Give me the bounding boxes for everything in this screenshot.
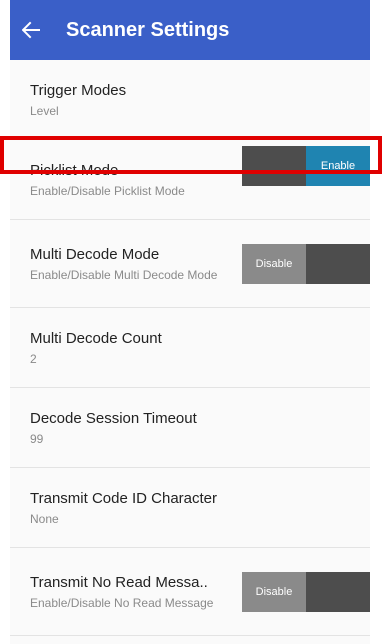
settings-list: Trigger Modes Level Picklist Mode Enable… [10, 60, 370, 636]
toggle-off-segment [306, 244, 370, 284]
setting-title: Transmit No Read Messa.. [30, 573, 208, 591]
setting-description: Enable/Disable Picklist Mode [30, 183, 185, 198]
picklist-mode-toggle[interactable]: Enable [242, 146, 370, 186]
transmit-no-read-toggle[interactable]: Disable [242, 572, 370, 612]
setting-value: 99 [30, 431, 44, 446]
setting-transmit-code-id[interactable]: Transmit Code ID Character None [10, 468, 370, 548]
setting-title: Decode Session Timeout [30, 409, 197, 427]
scanner-settings-screen: Scanner Settings Trigger Modes Level Pic… [10, 0, 370, 644]
setting-text: Picklist Mode Enable/Disable Picklist Mo… [30, 140, 252, 219]
setting-text: Trigger Modes Level [30, 60, 252, 139]
multi-decode-mode-toggle[interactable]: Disable [242, 244, 370, 284]
setting-transmit-no-read: Transmit No Read Messa.. Enable/Disable … [10, 548, 370, 636]
setting-multi-decode-count[interactable]: Multi Decode Count 2 [10, 308, 370, 388]
setting-text: Transmit No Read Messa.. Enable/Disable … [30, 548, 252, 635]
toggle-off-segment [242, 146, 306, 186]
setting-title: Picklist Mode [30, 161, 119, 179]
app-bar: Scanner Settings [10, 0, 370, 60]
setting-text: Transmit Code ID Character None [30, 468, 252, 547]
setting-multi-decode-mode: Multi Decode Mode Enable/Disable Multi D… [10, 220, 370, 308]
page-title: Scanner Settings [66, 18, 230, 41]
setting-description: Enable/Disable No Read Message [30, 595, 214, 610]
arrow-left-icon [22, 21, 40, 39]
toggle-off-segment [306, 572, 370, 612]
setting-value: None [30, 511, 59, 526]
setting-title: Multi Decode Count [30, 329, 162, 347]
setting-value: 2 [30, 351, 37, 366]
toggle-disable-label: Disable [242, 244, 306, 284]
toggle-disable-label: Disable [242, 572, 306, 612]
setting-text: Decode Session Timeout 99 [30, 388, 252, 467]
setting-description: Enable/Disable Multi Decode Mode [30, 267, 218, 282]
setting-title: Multi Decode Mode [30, 245, 160, 263]
setting-text: Multi Decode Mode Enable/Disable Multi D… [30, 220, 252, 307]
setting-picklist-mode: Picklist Mode Enable/Disable Picklist Mo… [10, 140, 370, 220]
back-button[interactable] [10, 0, 52, 60]
setting-decode-session-timeout[interactable]: Decode Session Timeout 99 [10, 388, 370, 468]
setting-title: Transmit Code ID Character [30, 489, 218, 507]
toggle-enable-label: Enable [306, 146, 370, 186]
setting-title: Trigger Modes [30, 81, 127, 99]
setting-trigger-modes[interactable]: Trigger Modes Level [10, 60, 370, 140]
setting-text: Multi Decode Count 2 [30, 308, 252, 387]
setting-value: Level [30, 103, 59, 118]
